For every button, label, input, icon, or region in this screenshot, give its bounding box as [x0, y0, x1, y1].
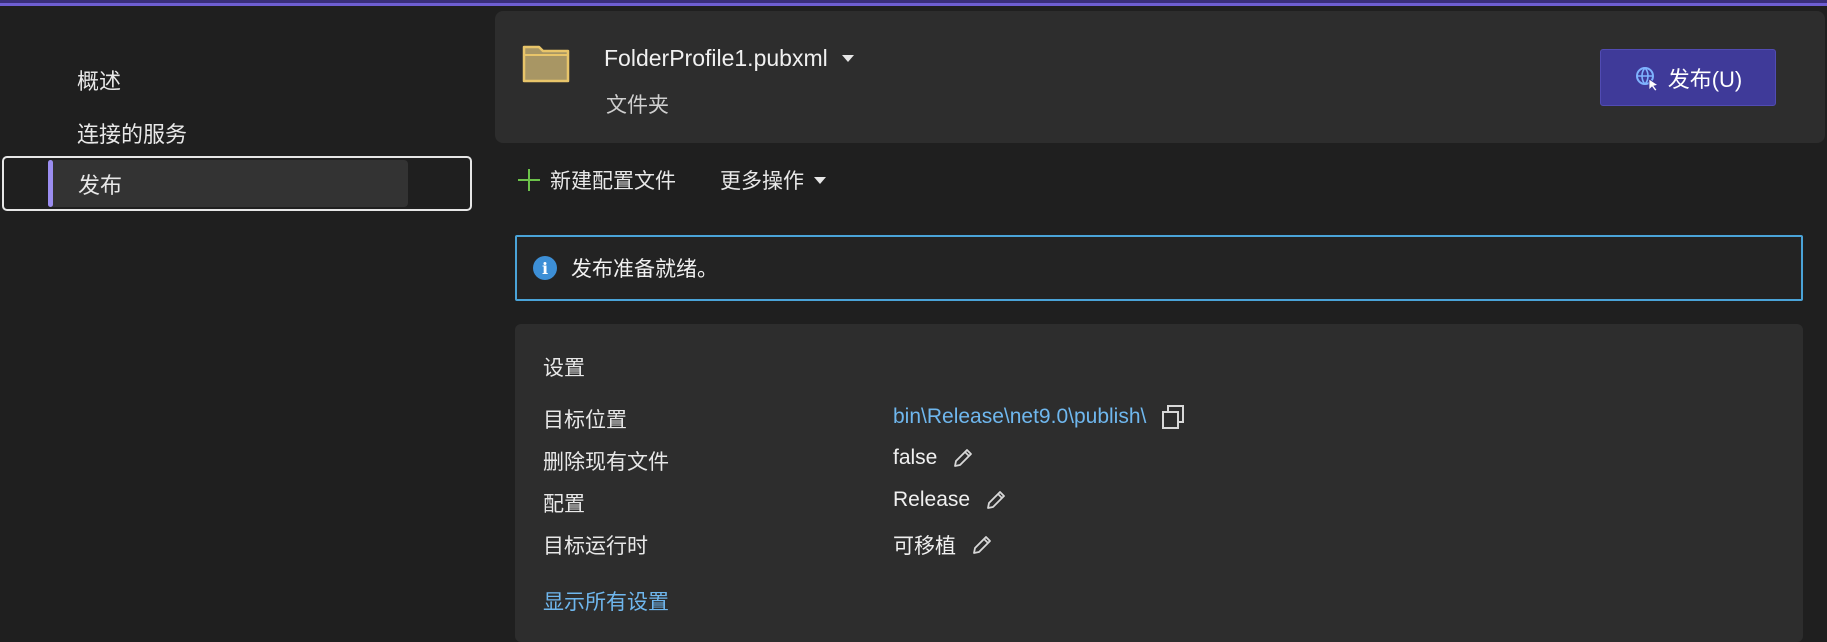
- copy-icon: [1162, 405, 1185, 429]
- delete-existing-value: false: [893, 446, 938, 469]
- globe-publish-icon: [1635, 66, 1659, 91]
- sidebar-item-label: 发布: [78, 172, 123, 198]
- target-location-link[interactable]: bin\Release\net9.0\publish\: [893, 405, 1146, 429]
- configuration-value: Release: [893, 488, 971, 511]
- info-icon: i: [533, 256, 557, 280]
- setting-label: 配置: [543, 493, 585, 516]
- settings-card: 设置 目标位置 bin\Release\net9.0\publish\ 删除现有…: [515, 324, 1803, 642]
- setting-row-configuration: 配置 Release: [543, 484, 1783, 518]
- plus-icon: [516, 167, 542, 193]
- folder-icon: [522, 45, 570, 83]
- sidebar-item-connected-services[interactable]: 连接的服务: [0, 107, 482, 159]
- selection-indicator: [48, 160, 53, 207]
- caret-down-icon: [814, 176, 826, 184]
- profile-name: FolderProfile1.pubxml: [604, 45, 828, 71]
- publish-button-label: 发布(U): [1667, 66, 1743, 92]
- setting-row-delete-existing: 删除现有文件 false: [543, 442, 1783, 476]
- setting-value: Release: [893, 488, 1008, 512]
- pencil-icon: [954, 449, 973, 467]
- setting-value: false: [893, 446, 975, 470]
- setting-label: 删除现有文件: [543, 451, 669, 474]
- sidebar-item-label: 概述: [77, 69, 122, 94]
- profile-selector[interactable]: FolderProfile1.pubxml: [604, 45, 854, 72]
- publish-profile-card: FolderProfile1.pubxml 文件夹 发布(U): [495, 11, 1825, 143]
- pencil-icon: [987, 491, 1005, 509]
- sidebar-item-publish[interactable]: 发布: [2, 156, 472, 211]
- sidebar: 概述 连接的服务 发布: [0, 6, 482, 642]
- banner-message: 发布准备就绪。: [571, 258, 718, 281]
- new-profile-button[interactable]: 新建配置文件: [516, 165, 676, 195]
- info-banner: i 发布准备就绪。: [515, 235, 1803, 301]
- setting-row-target-location: 目标位置 bin\Release\net9.0\publish\: [543, 400, 1783, 434]
- edit-configuration-button[interactable]: [984, 488, 1008, 512]
- profile-type: 文件夹: [606, 94, 669, 117]
- show-all-settings-link[interactable]: 显示所有设置: [543, 586, 669, 616]
- window-accent-bar-top: [0, 0, 1827, 3]
- edit-delete-existing-button[interactable]: [951, 446, 975, 470]
- setting-value: 可移植: [893, 530, 994, 560]
- publish-button[interactable]: 发布(U): [1600, 49, 1776, 106]
- new-profile-label: 新建配置文件: [550, 170, 676, 193]
- sidebar-item-overview[interactable]: 概述: [0, 54, 482, 106]
- setting-row-target-runtime: 目标运行时 可移植: [543, 526, 1783, 560]
- sidebar-item-label: 连接的服务: [77, 122, 188, 147]
- more-actions-dropdown[interactable]: 更多操作: [720, 165, 826, 195]
- more-actions-label: 更多操作: [720, 170, 804, 193]
- setting-label: 目标位置: [543, 409, 627, 432]
- setting-label: 目标运行时: [543, 535, 648, 558]
- edit-target-runtime-button[interactable]: [970, 533, 994, 557]
- toolbar: 新建配置文件 更多操作: [516, 160, 826, 200]
- target-runtime-value: 可移植: [893, 535, 956, 558]
- setting-value: bin\Release\net9.0\publish\: [893, 404, 1186, 430]
- pencil-icon: [973, 536, 991, 554]
- settings-title: 设置: [543, 357, 585, 380]
- chevron-down-icon: [841, 55, 854, 62]
- copy-button[interactable]: [1160, 404, 1186, 430]
